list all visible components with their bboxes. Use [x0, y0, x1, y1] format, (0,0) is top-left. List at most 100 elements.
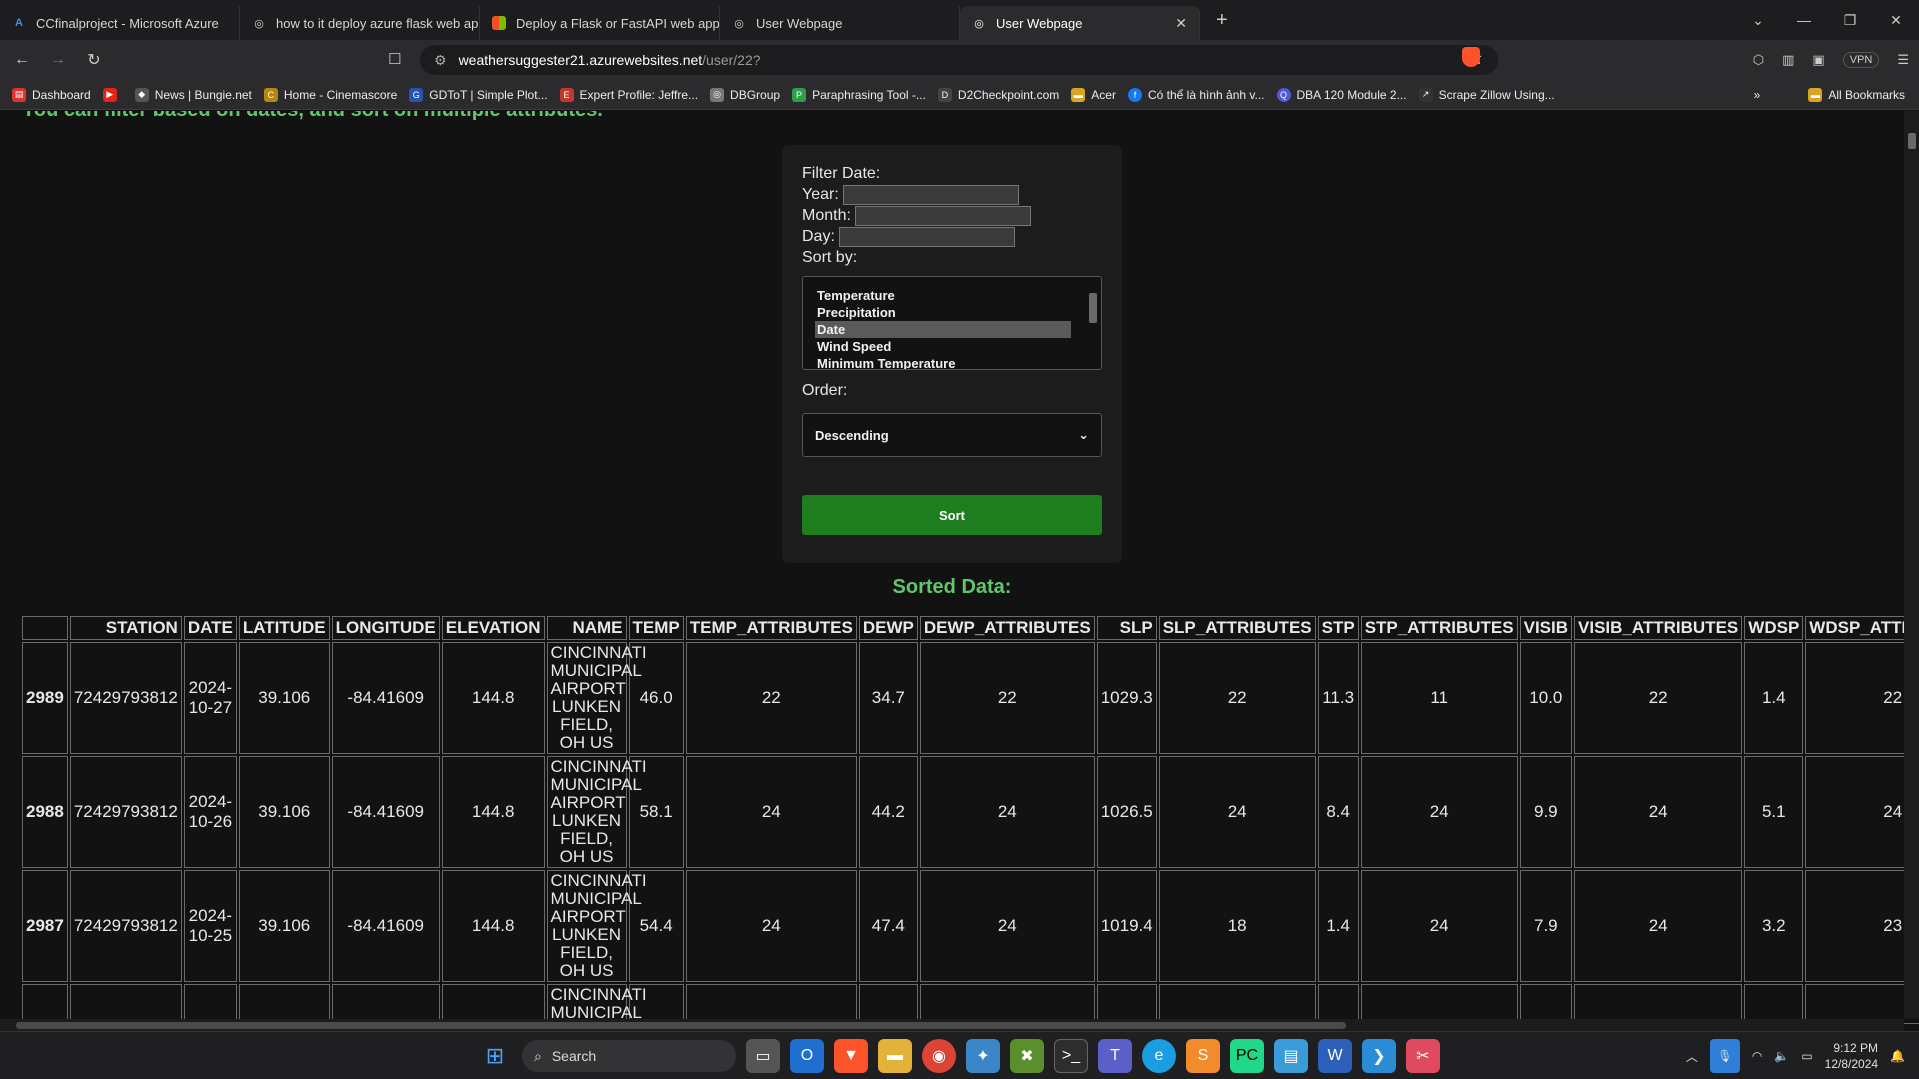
column-header: STP_ATTRIBUTES — [1360, 616, 1518, 640]
table-cell — [858, 984, 918, 1024]
minimize-icon[interactable]: — — [1781, 12, 1827, 28]
year-input[interactable] — [843, 184, 1020, 205]
tab-azure[interactable]: A CCfinalproject - Microsoft Azure — [0, 6, 240, 40]
tab-deploy-flask[interactable]: Deploy a Flask or FastAPI web app a — [480, 6, 720, 40]
vpn-button[interactable]: VPN — [1842, 52, 1880, 68]
back-icon[interactable]: ← — [8, 51, 36, 69]
listbox-scrollbar[interactable] — [1087, 279, 1099, 367]
clock[interactable]: 9:12 PM 12/8/2024 — [1825, 1040, 1878, 1072]
microphone-icon[interactable]: 🎙 — [1709, 1039, 1740, 1073]
bookmark-d2checkpoint[interactable]: D D2Checkpoint.com — [937, 87, 1059, 102]
tab-user-webpage-active[interactable]: ◎ User Webpage ✕ — [960, 6, 1200, 40]
table-cell: 1026.5 — [1096, 756, 1157, 868]
forward-icon[interactable]: → — [44, 51, 72, 69]
chrome-icon[interactable]: ◉ — [922, 1039, 956, 1073]
sort-option-temperature[interactable]: Temperature — [815, 287, 1071, 304]
horizontal-scroll-thumb[interactable] — [16, 1022, 1346, 1029]
notepad-icon[interactable]: ▤ — [1274, 1039, 1308, 1073]
table-cell: 39.106 — [238, 642, 330, 754]
table-cell: CINCINNATI MUNICIPAL AIRPORT LUNKEN FIEL… — [546, 870, 647, 982]
bookmark-acer[interactable]: ▬ Acer — [1071, 87, 1116, 102]
notification-bell-icon[interactable]: 🔔 — [1890, 1049, 1905, 1063]
close-tab-icon[interactable]: ✕ — [1175, 15, 1187, 32]
xbox-icon[interactable]: ✖ — [1010, 1039, 1044, 1073]
bookmark-scrape-zillow[interactable]: ↗ Scrape Zillow Using... — [1418, 87, 1555, 102]
sort-option-minimum-temperature[interactable]: Minimum Temperature — [815, 355, 1071, 369]
table-cell — [1317, 984, 1359, 1024]
sort-option-precipitation[interactable]: Precipitation — [815, 304, 1071, 321]
month-input[interactable] — [855, 205, 1032, 226]
page-vertical-scrollbar[interactable] — [1904, 111, 1919, 1019]
wallet-icon[interactable]: ▣ — [1812, 52, 1824, 68]
bookmark-dbgroup[interactable]: ◎ DBGroup — [710, 87, 780, 102]
outlook-icon[interactable]: O — [790, 1039, 824, 1073]
bookmark-dba120[interactable]: Q DBA 120 Module 2... — [1276, 87, 1407, 102]
column-header: DEWP_ATTRIBUTES — [919, 616, 1095, 640]
bookmark-bungie[interactable]: ◆ News | Bungie.net — [134, 87, 252, 102]
bookmark-paraphrasing[interactable]: P Paraphrasing Tool -... — [792, 87, 926, 102]
close-window-icon[interactable]: ✕ — [1873, 12, 1919, 29]
site-info-icon[interactable]: ⚙ — [434, 52, 447, 69]
folder-icon: ▬ — [1808, 87, 1823, 102]
page-viewport: You can filter based on dates, and sort … — [0, 111, 1919, 1031]
reload-icon[interactable]: ↻ — [80, 50, 108, 70]
table-cell — [1519, 984, 1573, 1024]
tab-user-webpage[interactable]: ◎ User Webpage — [720, 6, 960, 40]
sort-option-wind-speed[interactable]: Wind Speed — [815, 338, 1071, 355]
more-bookmarks-icon[interactable]: » — [1754, 88, 1761, 102]
table-cell — [1158, 984, 1316, 1024]
table-cell: 1.4 — [1317, 870, 1359, 982]
extensions-icon[interactable]: ⬡ — [1753, 52, 1764, 68]
page-horizontal-scrollbar[interactable] — [0, 1019, 1904, 1031]
new-tab-icon[interactable]: + — [1216, 9, 1228, 32]
menu-icon[interactable]: ☰ — [1897, 52, 1909, 68]
pycharm-icon[interactable]: PC — [1230, 1039, 1264, 1073]
sort-option-date[interactable]: Date — [815, 321, 1071, 338]
tray-overflow-icon[interactable]: ︿ — [1686, 1048, 1698, 1065]
volume-icon[interactable]: 🔈 — [1774, 1049, 1789, 1063]
bookmark-facebook[interactable]: f Có thể là hình ảnh v... — [1127, 87, 1265, 102]
teams-icon[interactable]: T — [1098, 1039, 1132, 1073]
bookmark-dashboard[interactable]: ▤ Dashboard — [12, 87, 91, 102]
task-view-icon[interactable]: ▭ — [746, 1039, 780, 1073]
wifi-icon[interactable]: ◠ — [1752, 1049, 1762, 1063]
taskbar-search[interactable]: ⌕ Search — [522, 1040, 736, 1072]
vscode-icon[interactable]: ❯ — [1362, 1039, 1396, 1073]
brave-shields-icon[interactable] — [1462, 47, 1480, 67]
snipping-tool-icon[interactable]: ✂ — [1406, 1039, 1440, 1073]
terminal-icon[interactable]: >_ — [1054, 1039, 1088, 1073]
bookmark-gdtot[interactable]: G GDToT | Simple Plot... — [409, 87, 548, 102]
all-bookmarks[interactable]: ▬ All Bookmarks — [1808, 87, 1905, 102]
file-explorer-icon[interactable]: ▬ — [878, 1039, 912, 1073]
order-select[interactable]: Descending ⌄ — [802, 413, 1102, 457]
edge-icon[interactable]: e — [1142, 1039, 1176, 1073]
restore-icon[interactable]: ❐ — [1827, 12, 1873, 29]
word-icon[interactable]: W — [1318, 1039, 1352, 1073]
day-input[interactable] — [839, 226, 1016, 247]
tab-strip: A CCfinalproject - Microsoft Azure ◎ how… — [0, 0, 1919, 40]
network-app-icon[interactable]: ✦ — [966, 1039, 1000, 1073]
table-cell: 47.4 — [858, 870, 918, 982]
taskbar-apps: ⊞ ⌕ Search ▭ O ▼ ▬ ◉ ✦ ✖ >_ T e S PC ▤ W… — [478, 1032, 1440, 1079]
sidebar-icon[interactable]: ▥ — [1782, 52, 1794, 68]
address-bar[interactable]: ⚙ weathersuggester21.azurewebsites.net/u… — [420, 45, 1498, 75]
windows-start-icon[interactable]: ⊞ — [478, 1039, 512, 1073]
row-index-cell: 2987 — [22, 870, 68, 982]
listbox-scroll-thumb[interactable] — [1089, 293, 1097, 323]
tab-search-icon[interactable]: ⌄ — [1735, 12, 1781, 29]
bookmark-icon[interactable]: ☐ — [388, 50, 401, 68]
bookmark-expert-profile[interactable]: E Expert Profile: Jeffre... — [559, 87, 698, 102]
page-scroll-thumb[interactable] — [1908, 133, 1916, 149]
tab-how-to-deploy[interactable]: ◎ how to it deploy azure flask web ap — [240, 6, 480, 40]
sort-by-listbox[interactable]: Temperature Precipitation Date Wind Spee… — [802, 276, 1102, 370]
bookmark-youtube[interactable]: ▶ — [102, 87, 123, 102]
brave-icon[interactable]: ▼ — [834, 1039, 868, 1073]
sublime-icon[interactable]: S — [1186, 1039, 1220, 1073]
bookmark-cinemascore[interactable]: C Home - Cinemascore — [263, 87, 397, 102]
table-cell — [1805, 984, 1919, 1024]
table-cell: 23 — [1805, 870, 1919, 982]
dba-icon: Q — [1276, 87, 1291, 102]
battery-icon[interactable]: ▭ — [1801, 1049, 1812, 1063]
sort-button[interactable]: Sort — [802, 495, 1102, 535]
tab-title: User Webpage — [996, 15, 1083, 31]
